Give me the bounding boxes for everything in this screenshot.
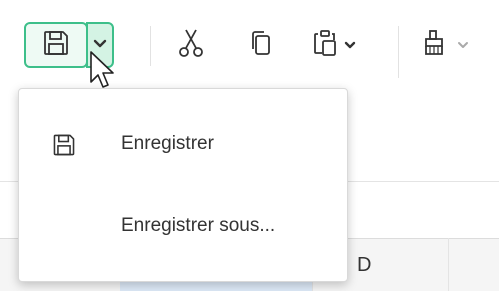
cut-button[interactable] bbox=[174, 28, 208, 62]
paste-icon bbox=[312, 28, 338, 63]
menu-item-label: Enregistrer bbox=[121, 133, 214, 154]
mouse-cursor-icon bbox=[88, 50, 118, 94]
toolbar-separator bbox=[150, 26, 151, 66]
format-painter-button[interactable] bbox=[420, 28, 450, 62]
cut-icon bbox=[177, 28, 205, 63]
menu-item-label: Enregistrer sous... bbox=[121, 215, 276, 236]
column-header-d[interactable]: D bbox=[357, 254, 371, 277]
copy-icon bbox=[249, 28, 273, 63]
save-button[interactable] bbox=[24, 22, 88, 68]
paste-button[interactable] bbox=[310, 28, 340, 62]
save-dropdown-menu: Enregistrer Enregistrer sous... bbox=[18, 88, 348, 282]
paste-options-chevron-icon bbox=[344, 36, 356, 54]
menu-item-save[interactable]: Enregistrer bbox=[19, 109, 347, 179]
paste-options-dropdown[interactable] bbox=[342, 28, 358, 62]
format-painter-dropdown[interactable] bbox=[455, 28, 471, 62]
grid-line bbox=[448, 238, 449, 291]
save-icon bbox=[51, 132, 77, 158]
format-painter-icon bbox=[422, 28, 448, 63]
toolbar bbox=[0, 0, 499, 122]
save-icon bbox=[41, 28, 71, 63]
format-painter-chevron-icon bbox=[457, 36, 469, 54]
copy-button[interactable] bbox=[246, 28, 276, 62]
menu-item-save-as[interactable]: Enregistrer sous... bbox=[19, 191, 347, 261]
